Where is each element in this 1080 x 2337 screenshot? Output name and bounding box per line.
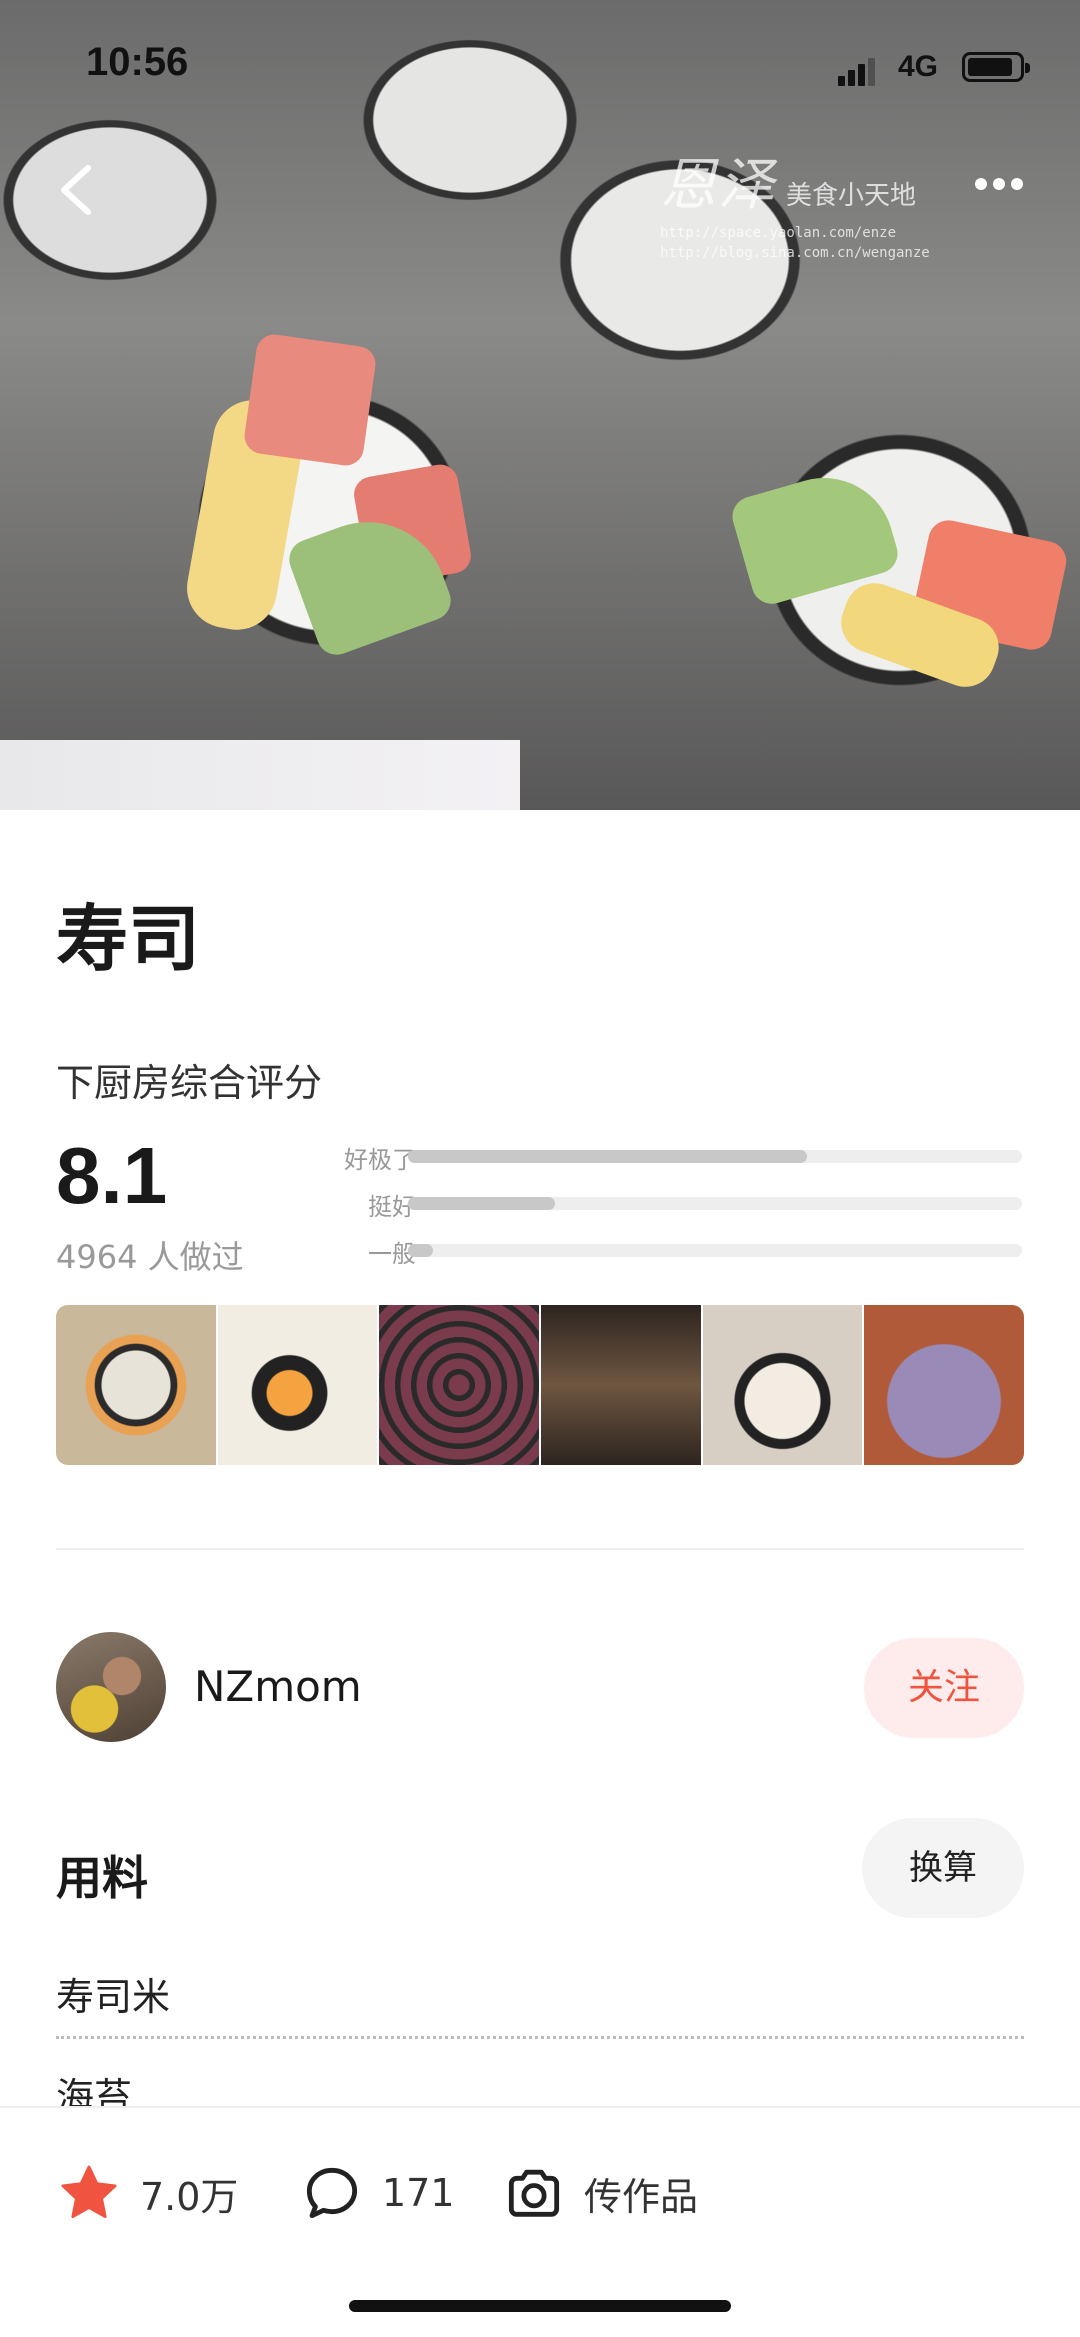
favorite-count: 7.0万 xyxy=(140,2174,239,2219)
upload-work-button[interactable]: 传作品 xyxy=(502,2158,698,2228)
chevron-left-icon xyxy=(61,165,91,215)
made-count: 4964 人做过 xyxy=(56,1238,244,1276)
section-divider xyxy=(56,1548,1024,1550)
user-works-gallery[interactable] xyxy=(56,1305,1024,1465)
convert-button[interactable]: 换算 xyxy=(862,1818,1024,1918)
network-type: 4G xyxy=(898,50,939,83)
work-thumbnail[interactable] xyxy=(702,1305,863,1465)
work-thumbnail[interactable] xyxy=(56,1305,216,1465)
score-value: 8.1 xyxy=(56,1131,168,1220)
ingredient-item: 寿司米 xyxy=(56,1975,171,2019)
rating-bar-fill xyxy=(408,1244,433,1257)
battery-icon xyxy=(962,52,1030,82)
more-button[interactable] xyxy=(975,175,1035,205)
rating-label: 一般 xyxy=(368,1240,416,1268)
author-avatar[interactable] xyxy=(56,1632,166,1742)
work-thumbnail[interactable] xyxy=(864,1305,1024,1465)
status-bar: 10:56 4G xyxy=(0,0,1080,135)
comment-bubble-icon xyxy=(306,2167,358,2219)
star-icon xyxy=(61,2165,117,2219)
ingredient-separator xyxy=(56,2036,1024,2039)
recipe-title: 寿司 xyxy=(56,897,201,981)
upload-work-label: 传作品 xyxy=(584,2174,699,2219)
author-name[interactable]: NZmom xyxy=(194,1662,362,1711)
rating-label: 好极了 xyxy=(344,1146,416,1174)
more-dots-icon xyxy=(975,175,1029,194)
status-time: 10:56 xyxy=(86,40,189,84)
comment-button[interactable]: 171 xyxy=(300,2158,455,2228)
follow-button[interactable]: 关注 xyxy=(864,1638,1024,1738)
rating-bar-fill xyxy=(408,1150,808,1163)
work-thumbnail[interactable] xyxy=(217,1305,378,1465)
camera-icon xyxy=(508,2169,560,2217)
rating-row-average: 一般 xyxy=(310,1234,1030,1270)
rating-bar-fill xyxy=(408,1197,556,1210)
ingredients-title: 用料 xyxy=(56,1851,148,1905)
score-label: 下厨房综合评分 xyxy=(56,1061,323,1105)
back-button[interactable] xyxy=(50,160,110,220)
favorite-button[interactable]: 7.0万 xyxy=(56,2158,238,2228)
rating-label: 挺好 xyxy=(368,1193,416,1221)
signal-icon xyxy=(838,56,878,86)
rating-row-good: 挺好 xyxy=(310,1187,1030,1223)
rating-row-excellent: 好极了 xyxy=(310,1140,1030,1176)
comment-count: 171 xyxy=(382,2171,455,2215)
image-watermark: 恩泽 美食小天地 http://space.yaolan.com/enze htt… xyxy=(660,153,930,261)
work-thumbnail[interactable] xyxy=(379,1305,540,1465)
work-thumbnail[interactable] xyxy=(541,1305,701,1465)
home-indicator xyxy=(349,2300,731,2312)
